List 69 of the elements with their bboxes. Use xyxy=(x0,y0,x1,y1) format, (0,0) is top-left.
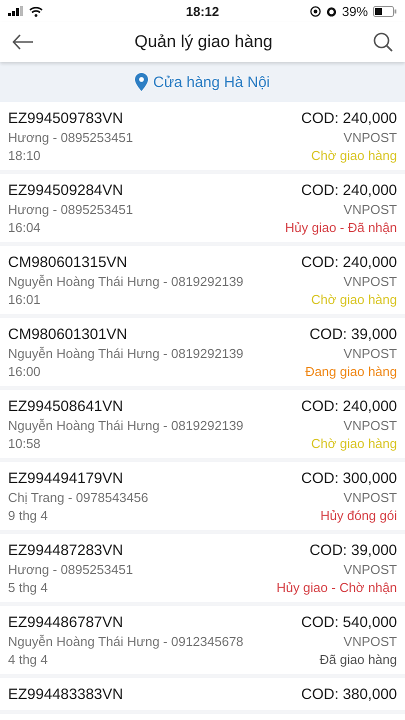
order-row[interactable]: EZ994483383VN COD: 380,000 xyxy=(0,678,405,714)
order-code: EZ994509783VN xyxy=(8,109,124,128)
order-time: 18:10 xyxy=(8,147,42,164)
cod-amount: COD: 540,000 xyxy=(301,613,397,632)
status-time: 18:12 xyxy=(186,4,220,18)
battery-icon xyxy=(373,6,397,16)
order-code: CM980601301VN xyxy=(8,325,128,344)
cod-amount: COD: 240,000 xyxy=(301,181,397,200)
carrier-name: VNPOST xyxy=(344,345,397,362)
customer-info: Nguyễn Hoàng Thái Hưng - 0912345678 xyxy=(8,633,244,650)
order-time: 16:01 xyxy=(8,291,42,308)
carrier-name: VNPOST xyxy=(344,201,397,218)
order-time: 5 thg 4 xyxy=(8,579,49,596)
order-row[interactable]: CM980601301VN Nguyễn Hoàng Thái Hưng - 0819292139 16:00 COD: 39,000 VNPOST Đang giao hàng xyxy=(0,318,405,390)
order-time: 16:00 xyxy=(8,363,42,380)
page-title: Quản lý giao hàng xyxy=(134,32,272,52)
cod-amount: COD: 380,000 xyxy=(301,685,397,704)
order-time: 9 thg 4 xyxy=(8,507,49,524)
carrier-name: VNPOST xyxy=(344,561,397,578)
cod-amount: COD: 39,000 xyxy=(309,541,397,560)
cod-amount: COD: 240,000 xyxy=(301,397,397,416)
order-code: EZ994486787VN xyxy=(8,613,124,632)
location-pin-icon xyxy=(135,73,148,91)
order-status: Chờ giao hàng xyxy=(311,147,397,164)
order-status: Hủy giao - Chờ nhận xyxy=(276,579,397,596)
cod-amount: COD: 300,000 xyxy=(301,469,397,488)
order-code: EZ994494179VN xyxy=(8,469,124,488)
order-status: Chờ giao hàng xyxy=(311,435,397,452)
carrier-name: VNPOST xyxy=(344,129,397,146)
order-time: 4 thg 4 xyxy=(8,651,49,668)
customer-info: Chị Trang - 0978543456 xyxy=(8,489,148,506)
cod-amount: COD: 39,000 xyxy=(309,325,397,344)
battery-percent: 39% xyxy=(342,4,368,18)
customer-info: Hương - 0895253451 xyxy=(8,201,133,218)
customer-info: Nguyễn Hoàng Thái Hưng - 0819292139 xyxy=(8,273,244,290)
customer-info: Nguyễn Hoàng Thái Hưng - 0819292139 xyxy=(8,417,244,434)
search-icon[interactable] xyxy=(373,32,393,52)
order-row[interactable]: EZ994487283VN Hương - 0895253451 5 thg 4 COD: 39,000 VNPOST Hủy giao - Chờ nhận xyxy=(0,534,405,606)
order-row[interactable]: EZ994509284VN Hương - 0895253451 16:04 COD: 240,000 VNPOST Hủy giao - Đã nhận xyxy=(0,174,405,246)
order-status: Hủy giao - Đã nhận xyxy=(284,219,397,236)
carrier-name: VNPOST xyxy=(344,417,397,434)
customer-info: Hương - 0895253451 xyxy=(8,561,133,578)
order-code: CM980601315VN xyxy=(8,253,128,272)
customer-info: Nguyễn Hoàng Thái Hưng - 0819292139 xyxy=(8,345,244,362)
order-status: Đã giao hàng xyxy=(320,651,397,668)
order-status: Đang giao hàng xyxy=(305,363,397,380)
order-row[interactable]: EZ994509783VN Hương - 0895253451 18:10 COD: 240,000 VNPOST Chờ giao hàng xyxy=(0,102,405,174)
order-status: Chờ giao hàng xyxy=(311,291,397,308)
order-row[interactable]: EZ994486787VN Nguyễn Hoàng Thái Hưng - 0912345678 4 thg 4 COD: 540,000 VNPOST Đã giao hàng xyxy=(0,606,405,678)
signal-icon xyxy=(8,6,24,16)
order-status: Hủy đóng gói xyxy=(320,507,397,524)
wifi-icon xyxy=(29,6,43,16)
customer-info: Hương - 0895253451 xyxy=(8,129,133,146)
order-row[interactable]: EZ994494179VN Chị Trang - 0978543456 9 thg 4 COD: 300,000 VNPOST Hủy đóng gói xyxy=(0,462,405,534)
cod-amount: COD: 240,000 xyxy=(301,109,397,128)
order-code: EZ994508641VN xyxy=(8,397,124,416)
order-time: 16:04 xyxy=(8,219,42,236)
carrier-name: VNPOST xyxy=(344,633,397,650)
store-name[interactable]: Cửa hàng Hà Nội xyxy=(153,74,270,90)
back-arrow-icon[interactable] xyxy=(12,34,34,50)
carrier-name: VNPOST xyxy=(344,273,397,290)
carrier-name: VNPOST xyxy=(344,489,397,506)
order-row[interactable]: CM980601315VN Nguyễn Hoàng Thái Hưng - 0819292139 16:01 COD: 240,000 VNPOST Chờ giao hàng xyxy=(0,246,405,318)
order-code: EZ994509284VN xyxy=(8,181,124,200)
order-row[interactable]: EZ994508641VN Nguyễn Hoàng Thái Hưng - 0819292139 10:58 COD: 240,000 VNPOST Chờ giao hàng xyxy=(0,390,405,462)
order-code: EZ994487283VN xyxy=(8,541,124,560)
cod-amount: COD: 240,000 xyxy=(301,253,397,272)
order-code: EZ994483383VN xyxy=(8,685,124,704)
order-time: 10:58 xyxy=(8,435,42,452)
